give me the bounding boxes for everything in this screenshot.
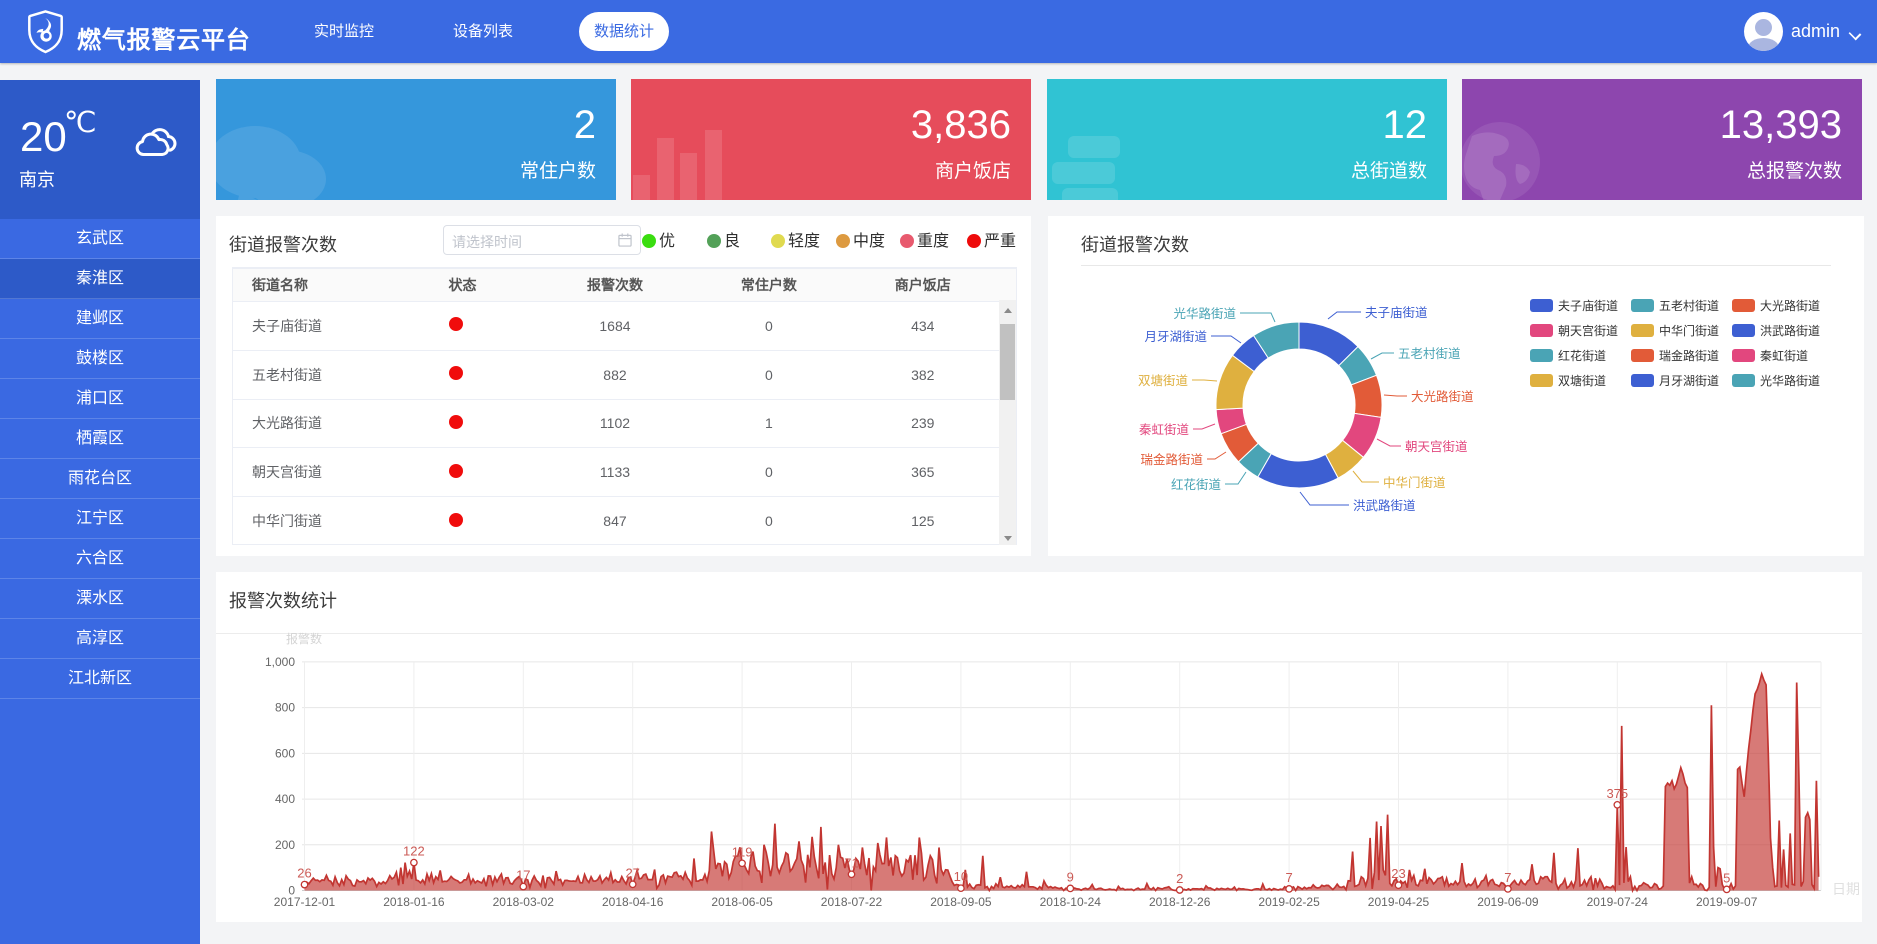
svg-text:400: 400 [275, 792, 295, 806]
svg-text:119: 119 [732, 844, 753, 859]
svg-text:26: 26 [297, 866, 311, 881]
svg-text:2019-04-25: 2019-04-25 [1368, 895, 1430, 909]
svg-text:日期: 日期 [1832, 881, 1860, 897]
svg-text:报警数: 报警数 [286, 631, 322, 646]
svg-text:2018-10-24: 2018-10-24 [1040, 895, 1102, 909]
svg-text:月牙湖街道: 月牙湖街道 [1144, 329, 1207, 344]
svg-text:10: 10 [954, 869, 968, 884]
svg-text:夫子庙街道: 夫子庙街道 [1365, 306, 1428, 320]
svg-text:秦虹街道: 秦虹街道 [1139, 423, 1190, 437]
svg-text:600: 600 [275, 746, 295, 760]
svg-text:2019-02-25: 2019-02-25 [1258, 895, 1320, 909]
svg-text:瑞金路街道: 瑞金路街道 [1140, 452, 1203, 467]
svg-text:7: 7 [1504, 870, 1511, 885]
svg-text:2018-04-16: 2018-04-16 [602, 895, 664, 909]
svg-text:7: 7 [1285, 870, 1292, 885]
svg-text:2017-12-01: 2017-12-01 [274, 895, 336, 909]
svg-text:71: 71 [844, 855, 858, 870]
svg-text:大光路街道: 大光路街道 [1411, 389, 1474, 404]
svg-text:122: 122 [403, 844, 425, 859]
svg-text:2: 2 [1176, 871, 1183, 886]
svg-text:双塘街道: 双塘街道 [1138, 373, 1189, 388]
svg-text:375: 375 [1606, 786, 1628, 801]
svg-text:2019-09-07: 2019-09-07 [1696, 895, 1758, 909]
svg-text:27: 27 [625, 865, 639, 880]
svg-text:2018-12-26: 2018-12-26 [1149, 895, 1211, 909]
svg-text:光华路街道: 光华路街道 [1173, 306, 1236, 321]
svg-text:朝天宫街道: 朝天宫街道 [1405, 439, 1468, 454]
svg-text:5: 5 [1723, 870, 1730, 885]
svg-text:2019-07-24: 2019-07-24 [1587, 895, 1649, 909]
svg-text:800: 800 [275, 701, 295, 715]
svg-text:中华门街道: 中华门街道 [1383, 475, 1446, 490]
svg-text:五老村街道: 五老村街道 [1398, 347, 1461, 361]
svg-text:红花街道: 红花街道 [1171, 477, 1222, 492]
svg-text:2018-03-02: 2018-03-02 [493, 895, 555, 909]
svg-text:9: 9 [1067, 869, 1074, 884]
svg-text:23: 23 [1391, 866, 1405, 881]
svg-text:200: 200 [275, 838, 295, 852]
svg-text:洪武路街道: 洪武路街道 [1353, 498, 1416, 513]
svg-text:2018-01-16: 2018-01-16 [383, 895, 445, 909]
svg-text:2019-06-09: 2019-06-09 [1477, 895, 1539, 909]
svg-text:2018-09-05: 2018-09-05 [930, 895, 992, 909]
svg-text:2018-07-22: 2018-07-22 [821, 895, 883, 909]
svg-text:17: 17 [516, 868, 530, 883]
svg-text:2018-06-05: 2018-06-05 [711, 895, 773, 909]
svg-text:1,000: 1,000 [265, 655, 295, 669]
